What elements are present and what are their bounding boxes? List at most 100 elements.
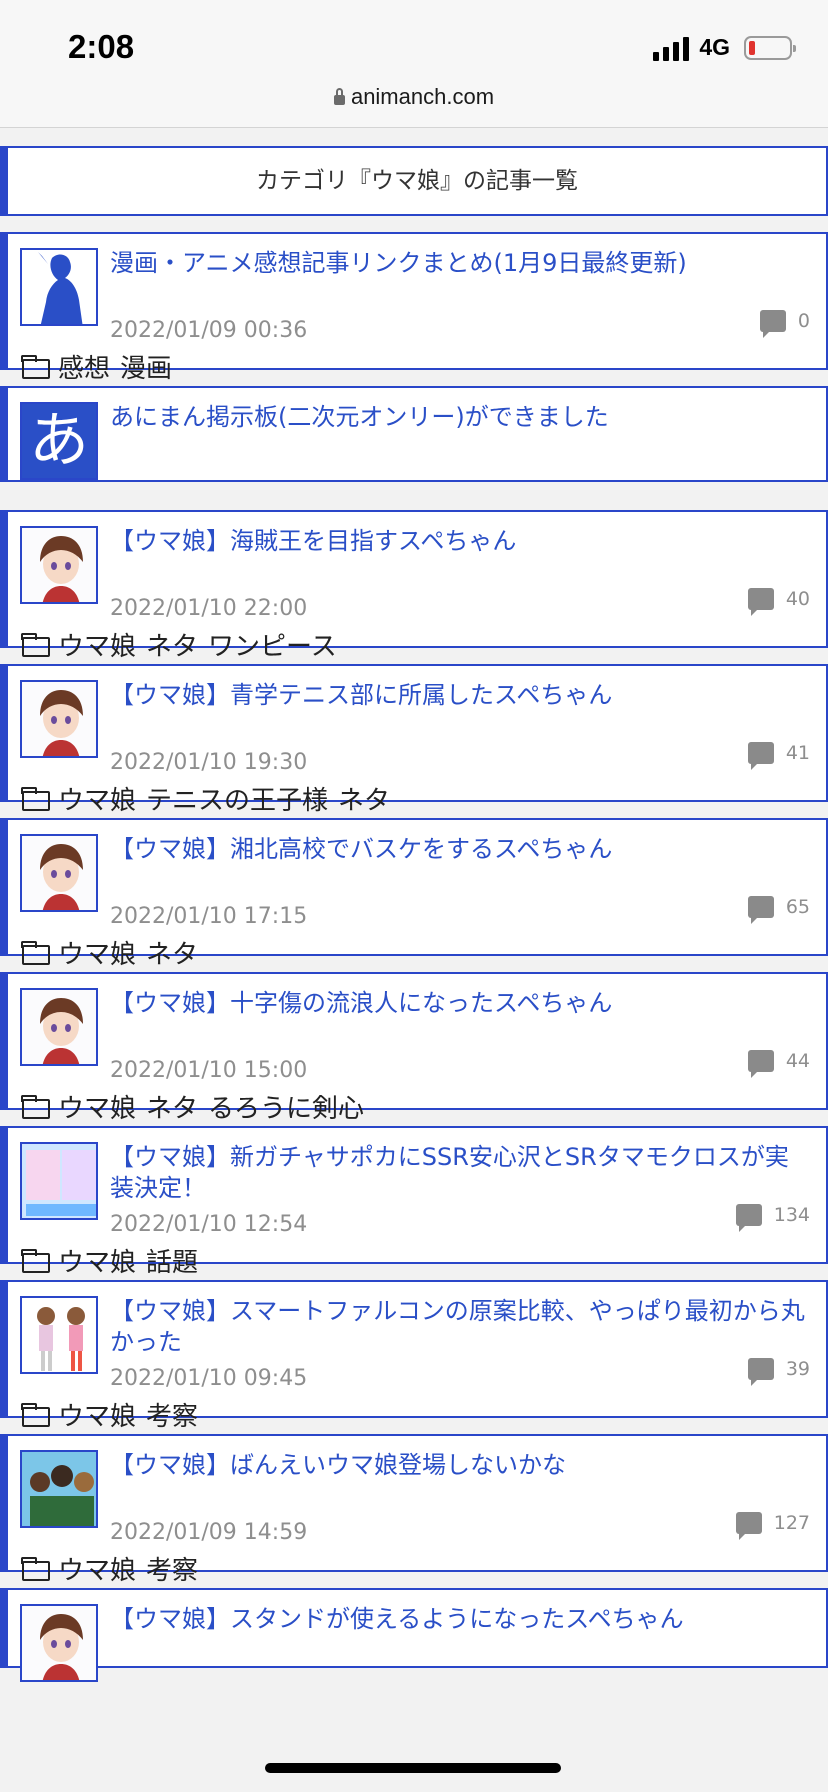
comment-count[interactable]: 0: [759, 310, 810, 338]
signal-icon: [653, 35, 690, 61]
comment-count[interactable]: 40: [747, 588, 810, 616]
article-date: 2022/01/10 12:54: [110, 1212, 308, 1237]
tag-link[interactable]: ウマ娘: [58, 934, 136, 971]
comment-count-value: 40: [785, 588, 810, 610]
article-date: 2022/01/10 19:30: [110, 750, 308, 775]
tag-link[interactable]: ネタ: [146, 934, 198, 971]
article-title-link[interactable]: 【ウマ娘】ばんえいウマ娘登場しないかな: [110, 1450, 808, 1481]
article-date: 2022/01/09 14:59: [110, 1520, 308, 1545]
comment-count[interactable]: 65: [747, 896, 810, 924]
tag-link[interactable]: ウマ娘: [58, 1396, 136, 1433]
comment-count[interactable]: 41: [747, 742, 810, 770]
article-date: 2022/01/10 22:00: [110, 596, 308, 621]
article-title-link[interactable]: 【ウマ娘】スマートファルコンの原案比較、やっぱり最初から丸かった: [110, 1296, 808, 1358]
comment-count-value: 0: [797, 310, 810, 332]
battery-icon: [744, 35, 796, 60]
comment-count-value: 65: [785, 896, 810, 918]
article-card[interactable]: 【ウマ娘】ばんえいウマ娘登場しないかな 2022/01/09 14:59 127 ウマ…: [0, 1434, 828, 1586]
a-logo-thumbnail[interactable]: あ: [20, 402, 98, 480]
anime-girl-thumbnail[interactable]: [20, 526, 98, 604]
comment-bubble-icon: [747, 896, 774, 924]
article-list: 漫画・アニメ感想記事リンクまとめ(1月9日最終更新) 2022/01/09 00:…: [0, 232, 828, 1682]
tag-list: ウマ娘 考察: [21, 1396, 208, 1433]
tag-link[interactable]: 考察: [146, 1396, 198, 1433]
lock-icon: [333, 88, 345, 105]
folder-icon: [21, 1094, 50, 1119]
article-date: 2022/01/10 09:45: [110, 1366, 308, 1391]
comment-count[interactable]: 127: [735, 1512, 810, 1540]
article-card[interactable]: 【ウマ娘】湘北高校でバスケをするスペちゃん 2022/01/10 17:15 65 ウ…: [0, 818, 828, 970]
comment-count[interactable]: 44: [747, 1050, 810, 1078]
silhouette-thumbnail[interactable]: [20, 248, 98, 326]
tag-link[interactable]: ウマ娘: [58, 1088, 136, 1125]
tag-link[interactable]: 感想: [58, 348, 110, 385]
comment-bubble-icon: [735, 1204, 762, 1232]
status-indicators: 4G: [653, 34, 796, 61]
comment-bubble-icon: [747, 1358, 774, 1386]
folder-icon: [21, 1402, 50, 1427]
tag-link[interactable]: ワンピース: [208, 626, 337, 663]
comment-count[interactable]: 39: [747, 1358, 810, 1386]
tag-link[interactable]: 考察: [146, 1550, 198, 1587]
comment-count-value: 44: [785, 1050, 810, 1072]
tag-link[interactable]: テニスの王子様: [146, 780, 328, 817]
article-date: 2022/01/09 00:36: [110, 318, 308, 343]
article-card[interactable]: 【ウマ娘】海賊王を目指すスペちゃん 2022/01/10 22:00 40 ウマ娘 ネタ…: [0, 510, 828, 662]
comment-bubble-icon: [759, 310, 786, 338]
status-bar: 2:08 4G animanch.com: [0, 0, 828, 128]
article-title-link[interactable]: 【ウマ娘】新ガチャサポカにSSR安心沢とSRタマモクロスが実装決定！: [110, 1142, 808, 1204]
article-title-link[interactable]: 【ウマ娘】十字傷の流浪人になったスペちゃん: [110, 988, 808, 1019]
tag-list: 感想 漫画: [21, 348, 182, 385]
tag-link[interactable]: ウマ娘: [58, 626, 136, 663]
article-card[interactable]: ああにまん掲示板(二次元オンリー)ができました: [0, 386, 828, 482]
comment-bubble-icon: [747, 588, 774, 616]
gacha-banner-thumbnail[interactable]: [20, 1142, 98, 1220]
tag-link[interactable]: ネタ: [146, 626, 198, 663]
article-title-link[interactable]: 【ウマ娘】青学テニス部に所属したスペちゃん: [110, 680, 808, 711]
folder-icon: [21, 632, 50, 657]
tag-list: ウマ娘 ネタ ワンピース: [21, 626, 347, 663]
article-card[interactable]: 【ウマ娘】スマートファルコンの原案比較、やっぱり最初から丸かった 2022/01/…: [0, 1280, 828, 1432]
tag-link[interactable]: ウマ娘: [58, 780, 136, 817]
tag-link[interactable]: ネタ: [338, 780, 390, 817]
tag-list: ウマ娘 考察: [21, 1550, 208, 1587]
anime-girl-thumbnail[interactable]: [20, 834, 98, 912]
article-card[interactable]: 【ウマ娘】スタンドが使えるようになったスペちゃん: [0, 1588, 828, 1682]
anime-girl-thumbnail[interactable]: [20, 988, 98, 1066]
comment-count-value: 134: [773, 1204, 810, 1226]
article-date: 2022/01/10 17:15: [110, 904, 308, 929]
folder-icon: [21, 1248, 50, 1273]
article-title-link[interactable]: 漫画・アニメ感想記事リンクまとめ(1月9日最終更新): [110, 248, 808, 279]
tag-link[interactable]: るろうに剣心: [208, 1088, 364, 1125]
article-title-link[interactable]: 【ウマ娘】湘北高校でバスケをするスペちゃん: [110, 834, 808, 865]
comment-count[interactable]: 134: [735, 1204, 810, 1232]
character-art-thumbnail[interactable]: [20, 1296, 98, 1374]
tag-link[interactable]: 話題: [146, 1242, 198, 1279]
article-title-link[interactable]: 【ウマ娘】スタンドが使えるようになったスペちゃん: [110, 1604, 808, 1635]
comment-bubble-icon: [735, 1512, 762, 1540]
category-header: カテゴリ『ウマ娘』の記事一覧: [0, 146, 828, 216]
folder-icon: [21, 1556, 50, 1581]
article-card[interactable]: 【ウマ娘】十字傷の流浪人になったスペちゃん 2022/01/10 15:00 44 ウ…: [0, 972, 828, 1124]
article-card[interactable]: 【ウマ娘】新ガチャサポカにSSR安心沢とSRタマモクロスが実装決定！ 2022/0…: [0, 1126, 828, 1278]
article-title-link[interactable]: 【ウマ娘】海賊王を目指すスペちゃん: [110, 526, 808, 557]
comment-count-value: 39: [785, 1358, 810, 1380]
home-indicator[interactable]: [265, 1763, 561, 1773]
article-card[interactable]: 【ウマ娘】青学テニス部に所属したスペちゃん 2022/01/10 19:30 41 ウ…: [0, 664, 828, 816]
folder-icon: [21, 786, 50, 811]
tag-link[interactable]: 漫画: [120, 348, 172, 385]
comment-bubble-icon: [747, 742, 774, 770]
comment-bubble-icon: [747, 1050, 774, 1078]
address-bar[interactable]: animanch.com: [0, 84, 828, 110]
article-title-link[interactable]: あにまん掲示板(二次元オンリー)ができました: [110, 402, 808, 433]
group-art-thumbnail[interactable]: [20, 1450, 98, 1528]
anime-girl-thumbnail[interactable]: [20, 1604, 98, 1682]
tag-link[interactable]: ウマ娘: [58, 1550, 136, 1587]
article-card[interactable]: 漫画・アニメ感想記事リンクまとめ(1月9日最終更新) 2022/01/09 00:…: [0, 232, 828, 384]
anime-girl-thumbnail[interactable]: [20, 680, 98, 758]
url-text: animanch.com: [350, 84, 495, 109]
tag-link[interactable]: ウマ娘: [58, 1242, 136, 1279]
tag-link[interactable]: ネタ: [146, 1088, 198, 1125]
clock: 2:08: [68, 28, 135, 65]
comment-count-value: 41: [785, 742, 810, 764]
